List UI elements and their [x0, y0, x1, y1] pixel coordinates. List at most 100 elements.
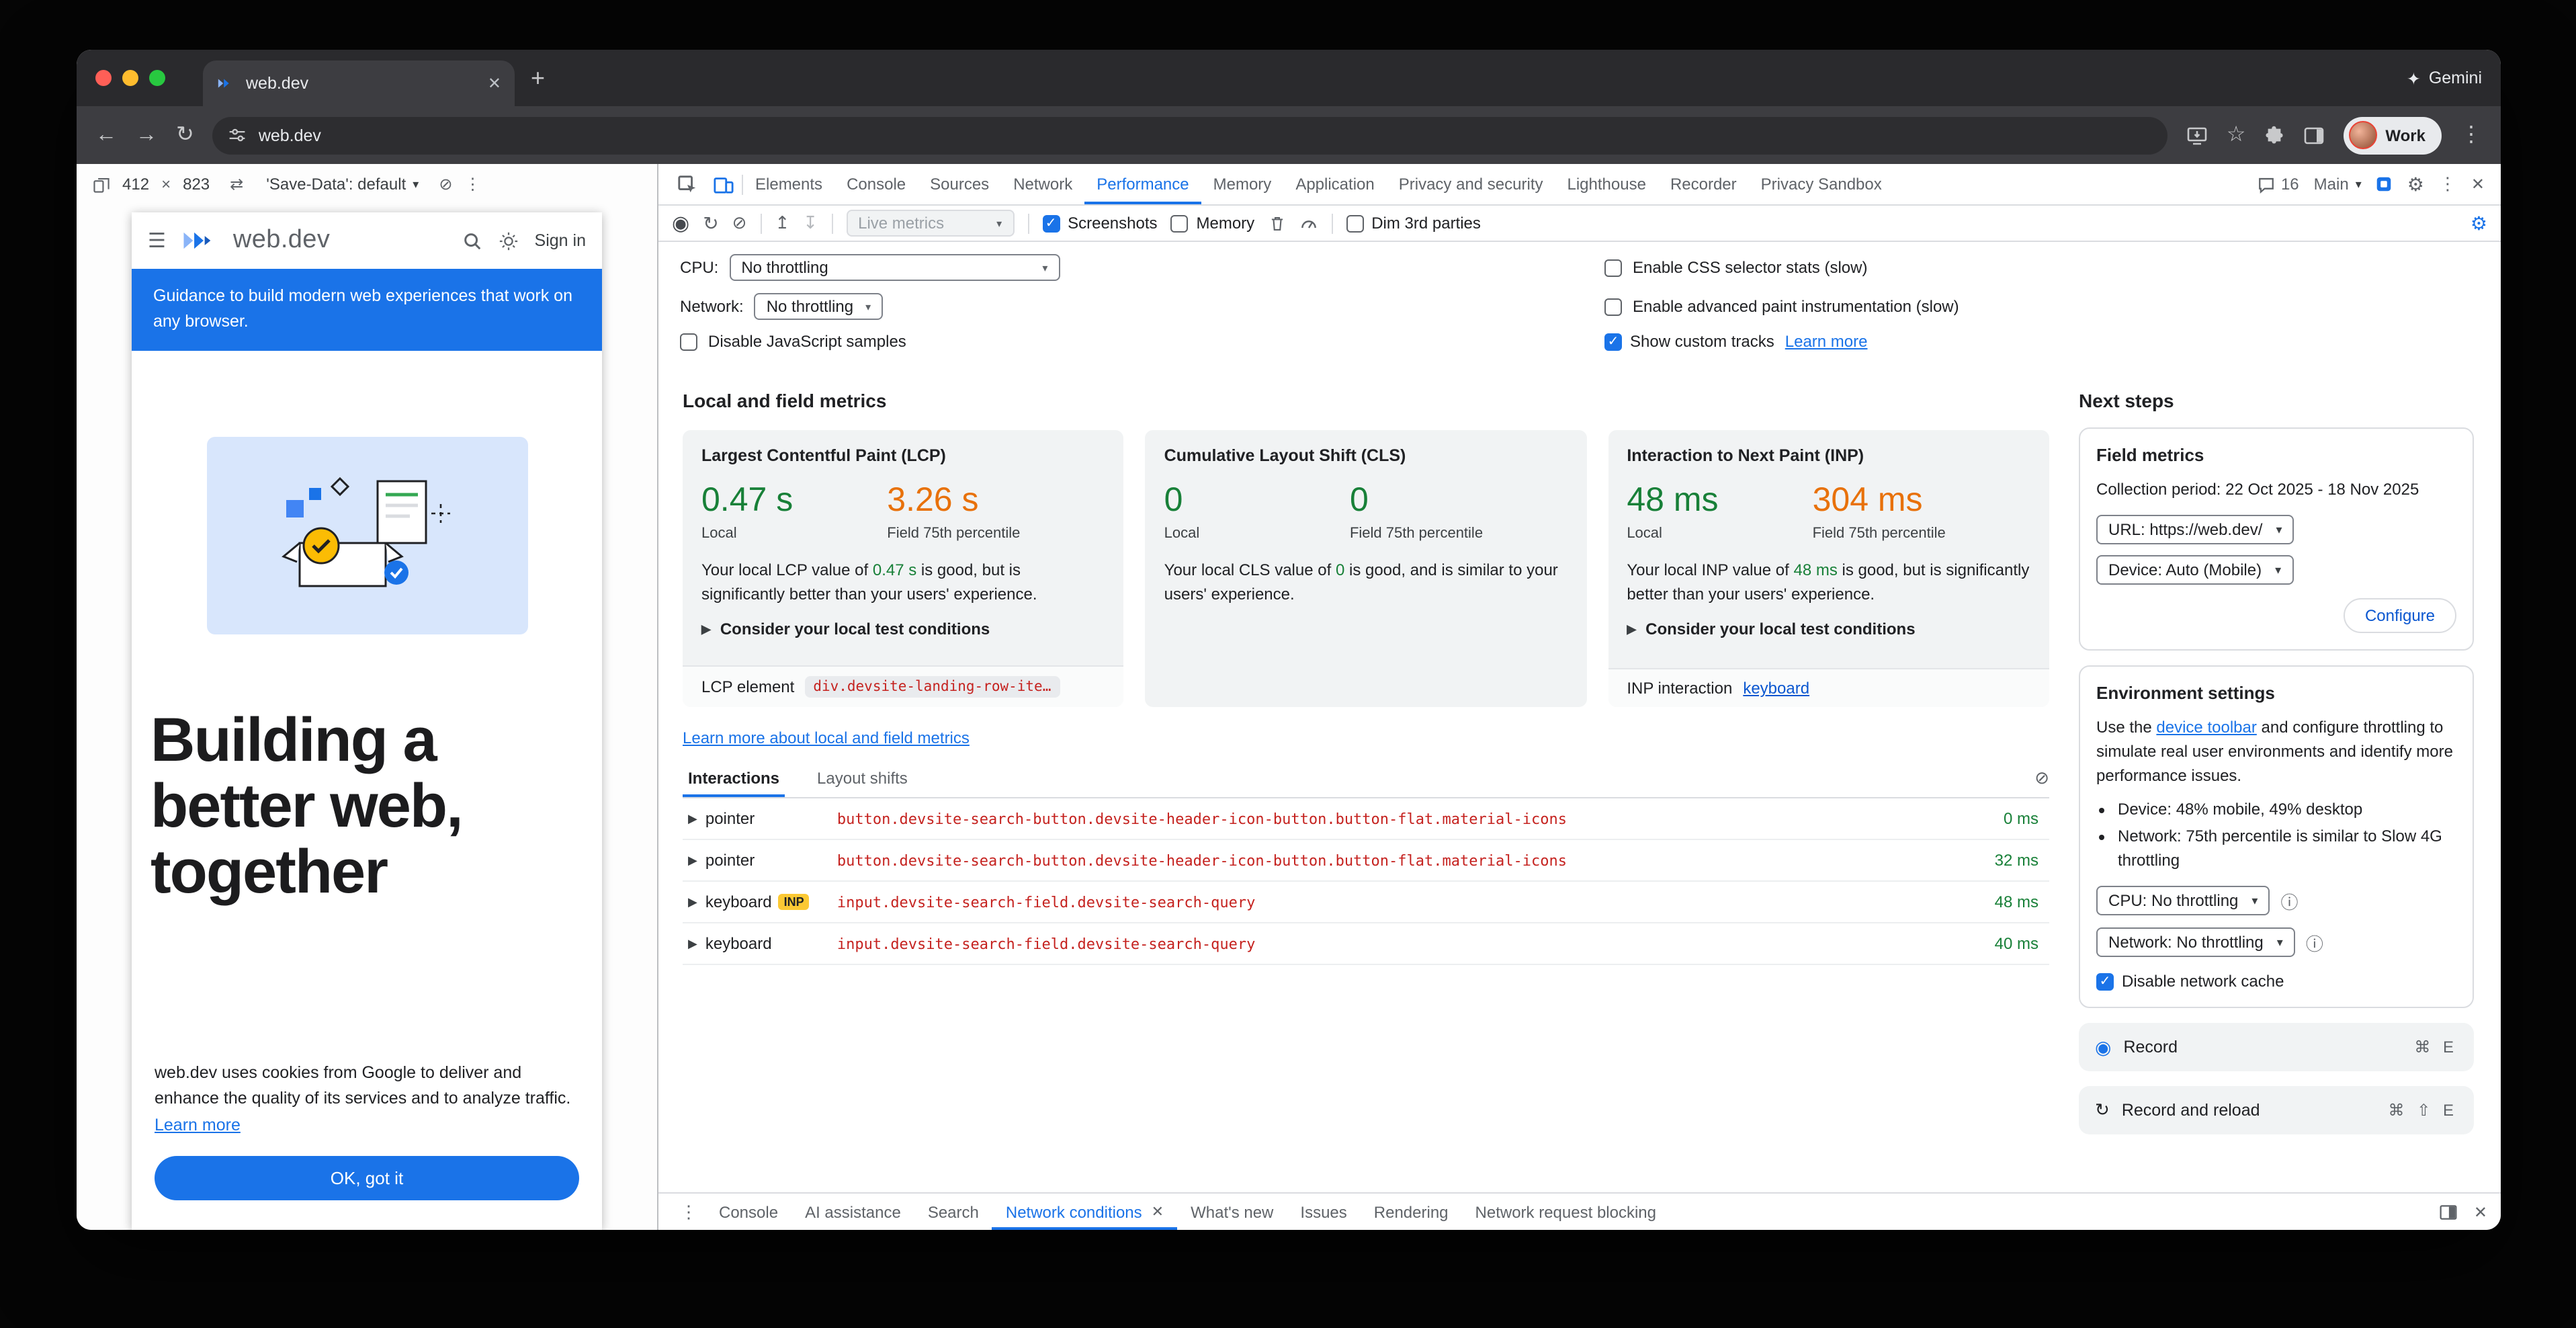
- new-tab-button[interactable]: +: [531, 64, 545, 92]
- collect-garbage-icon[interactable]: [1268, 214, 1285, 232]
- back-button[interactable]: ←: [95, 124, 117, 146]
- disable-network-cache-checkbox[interactable]: ✓ Disable network cache: [2096, 972, 2456, 991]
- devtools-menu-kebab[interactable]: ⋮: [2439, 173, 2456, 195]
- field-device-select[interactable]: Device: Auto (Mobile) ▾: [2096, 555, 2293, 585]
- browser-menu-kebab[interactable]: ⋮: [2460, 124, 2482, 146]
- expander-arrow-icon[interactable]: ▶: [688, 895, 697, 909]
- save-profile-icon[interactable]: ↧: [803, 212, 818, 234]
- tab-lighthouse[interactable]: Lighthouse: [1555, 164, 1658, 204]
- inspect-element-icon[interactable]: [669, 174, 705, 194]
- main-context-select[interactable]: Main ▾: [2314, 175, 2362, 194]
- expander-arrow-icon[interactable]: ▶: [688, 811, 697, 826]
- console-messages-button[interactable]: 16: [2258, 175, 2299, 194]
- tab-layout-shifts[interactable]: Layout shifts: [812, 758, 913, 797]
- device-toolbar-icon[interactable]: [705, 174, 742, 194]
- cookie-accept-button[interactable]: OK, got it: [155, 1156, 579, 1200]
- theme-toggle-icon[interactable]: [499, 231, 519, 251]
- tab-privacy-sandbox[interactable]: Privacy Sandbox: [1749, 164, 1894, 204]
- css-selector-stats-checkbox[interactable]: Enable CSS selector stats (slow): [1604, 258, 2479, 277]
- reload-button[interactable]: ↻: [176, 124, 194, 146]
- expander-arrow-icon[interactable]: ▶: [688, 936, 697, 951]
- side-panel-icon[interactable]: [2303, 124, 2325, 146]
- drawer-tab-whats-new[interactable]: What's new: [1177, 1194, 1287, 1230]
- network-throttling-select[interactable]: No throttling ▾: [755, 293, 883, 320]
- tab-close-icon[interactable]: ✕: [488, 74, 501, 93]
- close-devtools-icon[interactable]: ✕: [2471, 175, 2485, 194]
- close-network-conditions-icon[interactable]: ✕: [1152, 1203, 1164, 1220]
- webdev-logo-icon[interactable]: [182, 229, 217, 253]
- history-select[interactable]: Live metrics ▾: [846, 210, 1014, 237]
- sidebar-network-select[interactable]: Network: No throttling ▾: [2096, 927, 2295, 957]
- inp-interaction-link[interactable]: keyboard: [1743, 679, 1809, 698]
- save-data-select[interactable]: 'Save-Data': default ▾: [266, 175, 419, 194]
- interaction-row[interactable]: ▶ keyboard input.devsite-search-field.de…: [683, 923, 2049, 965]
- close-drawer-icon[interactable]: ✕: [2474, 1202, 2487, 1221]
- record-and-reload-icon[interactable]: ↻: [703, 212, 718, 235]
- load-profile-icon[interactable]: ↥: [775, 212, 789, 234]
- cpu-throttling-select[interactable]: No throttling ▾: [729, 254, 1060, 281]
- memory-checkbox[interactable]: Memory: [1171, 214, 1255, 233]
- gemini-button[interactable]: ✦ Gemini: [2407, 68, 2482, 88]
- expander-arrow-icon[interactable]: ▶: [688, 853, 697, 868]
- interaction-row[interactable]: ▶ keyboard INP input.devsite-search-fiel…: [683, 882, 2049, 923]
- drawer-tab-network-request-blocking[interactable]: Network request blocking: [1462, 1194, 1670, 1230]
- drawer-tab-issues[interactable]: Issues: [1287, 1194, 1360, 1230]
- lcp-test-conditions-expander[interactable]: ▶ Consider your local test conditions: [701, 620, 1105, 638]
- profile-button[interactable]: Work: [2344, 116, 2442, 154]
- disable-js-samples-checkbox[interactable]: Disable JavaScript samples: [680, 332, 1583, 351]
- tab-performance[interactable]: Performance: [1084, 164, 1201, 204]
- browser-tab[interactable]: web.dev ✕: [203, 60, 515, 106]
- clear-icon[interactable]: ⊘: [732, 212, 747, 234]
- advanced-paint-checkbox[interactable]: Enable advanced paint instrumentation (s…: [1604, 297, 2479, 316]
- address-bar[interactable]: web.dev: [213, 116, 2167, 154]
- sign-in-link[interactable]: Sign in: [535, 231, 586, 250]
- drawer-tab-network-conditions[interactable]: Network conditions ✕: [992, 1194, 1177, 1230]
- interaction-row[interactable]: ▶ pointer button.devsite-search-button.d…: [683, 798, 2049, 840]
- tab-network[interactable]: Network: [1001, 164, 1084, 204]
- info-icon[interactable]: ⓘ: [2306, 929, 2323, 955]
- inp-test-conditions-expander[interactable]: ▶ Consider your local test conditions: [1627, 620, 2030, 638]
- throttling-icon[interactable]: ⊘: [439, 175, 452, 194]
- interaction-row[interactable]: ▶ pointer button.devsite-search-button.d…: [683, 840, 2049, 882]
- tab-recorder[interactable]: Recorder: [1658, 164, 1749, 204]
- tab-sources[interactable]: Sources: [918, 164, 1001, 204]
- bookmark-star-icon[interactable]: ☆: [2227, 124, 2246, 146]
- custom-tracks-learn-more-link[interactable]: Learn more: [1785, 332, 1868, 351]
- field-url-select[interactable]: URL: https://web.dev/ ▾: [2096, 515, 2294, 544]
- tab-memory[interactable]: Memory: [1201, 164, 1284, 204]
- record-icon[interactable]: ◉: [672, 211, 689, 235]
- panel-layout-icon[interactable]: [2439, 1202, 2458, 1221]
- responsive-dimensions-icon[interactable]: [93, 175, 110, 193]
- install-icon[interactable]: [2186, 124, 2208, 146]
- dim-3rd-parties-checkbox[interactable]: Dim 3rd parties: [1346, 214, 1481, 233]
- site-logo-text[interactable]: web.dev: [233, 226, 330, 255]
- promo-banner[interactable]: Guidance to build modern web experiences…: [132, 269, 602, 351]
- viewport-height[interactable]: 823: [183, 175, 210, 194]
- clear-interactions-icon[interactable]: ⊘: [2034, 767, 2049, 788]
- metrics-learn-more-link[interactable]: Learn more about local and field metrics: [683, 729, 970, 747]
- main-target-icon[interactable]: [2376, 176, 2393, 192]
- drawer-tab-console[interactable]: Console: [705, 1194, 791, 1230]
- tab-privacy-security[interactable]: Privacy and security: [1387, 164, 1555, 204]
- drawer-tab-rendering[interactable]: Rendering: [1361, 1194, 1462, 1230]
- minimize-window-button[interactable]: [122, 70, 138, 86]
- sidebar-cpu-select[interactable]: CPU: No throttling ▾: [2096, 886, 2270, 915]
- drawer-menu-kebab[interactable]: ⋮: [672, 1201, 705, 1222]
- screenshots-checkbox[interactable]: ✓ Screenshots: [1042, 214, 1157, 233]
- record-button[interactable]: ◉ Record ⌘ E: [2079, 1023, 2474, 1071]
- configure-button[interactable]: Configure: [2344, 598, 2456, 633]
- tab-interactions[interactable]: Interactions: [683, 758, 785, 797]
- viewport-width[interactable]: 412: [122, 175, 149, 194]
- hamburger-menu-icon[interactable]: ☰: [148, 229, 166, 253]
- lcp-element-chip[interactable]: div.devsite-landing-row-item-d…: [805, 676, 1060, 698]
- rotate-icon[interactable]: ⇄: [230, 175, 243, 194]
- info-icon[interactable]: ⓘ: [2280, 888, 2298, 913]
- site-settings-icon[interactable]: [229, 126, 247, 144]
- settings-gear-icon[interactable]: ⚙: [2407, 173, 2424, 196]
- device-toolbar-link[interactable]: device toolbar: [2156, 718, 2256, 737]
- cookie-learn-more-link[interactable]: Learn more: [155, 1115, 241, 1134]
- search-icon[interactable]: [462, 231, 482, 251]
- drawer-tab-search[interactable]: Search: [914, 1194, 992, 1230]
- extensions-puzzle-icon[interactable]: [2264, 125, 2284, 145]
- device-toolbar-kebab[interactable]: ⋮: [464, 175, 480, 194]
